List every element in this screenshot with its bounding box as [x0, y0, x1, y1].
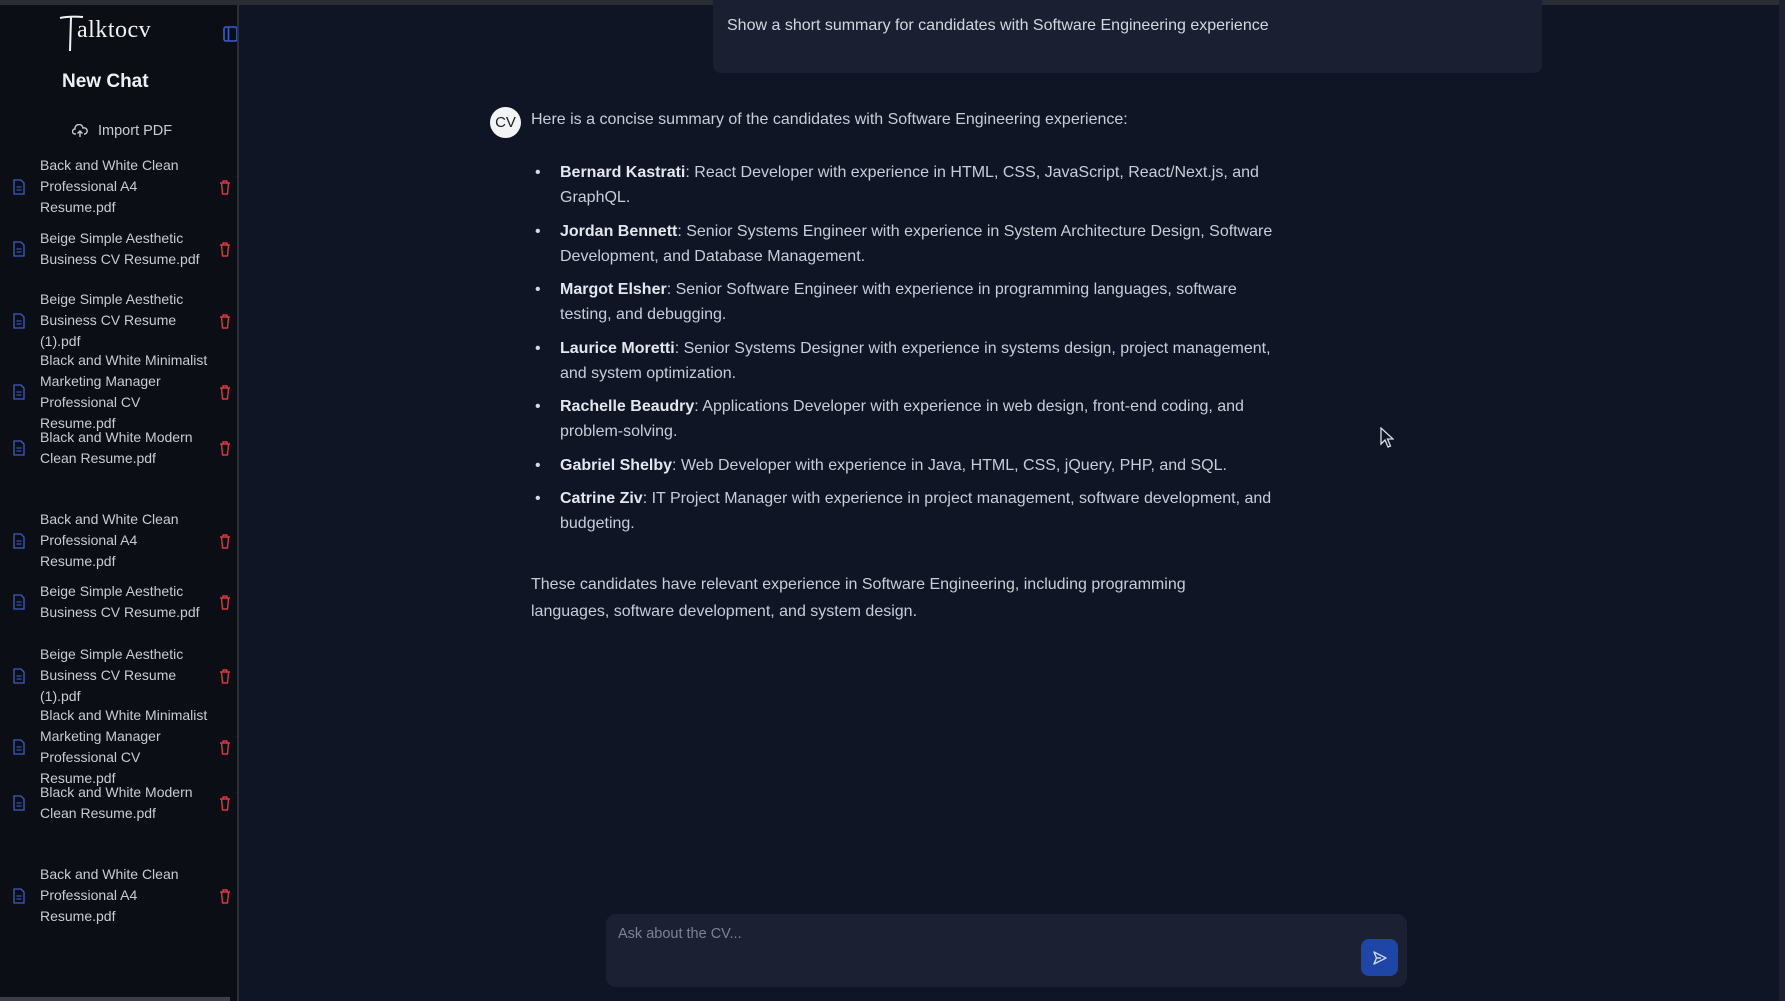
mouse-pointer-icon [1380, 427, 1394, 448]
candidate-name: Margot Elsher [560, 281, 667, 298]
trash-icon[interactable] [218, 384, 232, 400]
candidate-name: Bernard Kastrati [560, 164, 686, 181]
document-icon [13, 312, 25, 329]
trash-icon[interactable] [218, 440, 232, 456]
document-icon [13, 795, 25, 811]
candidate-list: Bernard Kastrati: React Developer with e… [531, 160, 1291, 536]
sidebar: alktocv New Chat Import PDF Back and Whi… [0, 5, 239, 1001]
import-pdf-label: Import PDF [98, 123, 173, 139]
candidate-item: Catrine Ziv: IT Project Manager with exp… [535, 486, 1291, 536]
user-message-text: Show a short summary for candidates with… [727, 17, 1269, 34]
file-name: Back and White Clean Professional A4 Res… [40, 157, 179, 215]
send-icon [1372, 950, 1387, 965]
document-icon [13, 739, 25, 755]
candidate-name: Catrine Ziv [560, 490, 643, 507]
file-item[interactable]: Beige Simple Aesthetic Business CV Resum… [0, 581, 236, 623]
file-item[interactable]: Black and White Minimalist Marketing Man… [0, 350, 236, 434]
candidate-name: Gabriel Shelby [560, 456, 673, 474]
file-name: Beige Simple Aesthetic Business CV Resum… [40, 230, 200, 267]
file-name: Black and White Modern Clean Resume.pdf [40, 429, 193, 466]
window-right-border [1779, 0, 1785, 1001]
file-name: Beige Simple Aesthetic Business CV Resum… [40, 646, 184, 704]
candidate-description: : IT Project Manager with experience in … [560, 490, 1272, 532]
assistant-outro: These candidates have relevant experienc… [531, 576, 1186, 620]
sidebar-scrollbar[interactable] [0, 997, 230, 1001]
document-icon [13, 887, 25, 904]
file-item[interactable]: Beige Simple Aesthetic Business CV Resum… [0, 644, 236, 707]
app-logo[interactable]: alktocv [59, 9, 179, 55]
trash-icon[interactable] [218, 533, 232, 549]
candidate-item: Margot Elsher: Senior Software Engineer … [535, 277, 1291, 327]
import-pdf-button[interactable]: Import PDF [72, 121, 172, 141]
sidebar-toggle-icon[interactable] [223, 26, 238, 42]
candidate-item: Gabriel Shelby: Web Developer with exper… [535, 453, 1291, 478]
file-name: Beige Simple Aesthetic Business CV Resum… [40, 291, 184, 349]
trash-icon[interactable] [218, 795, 232, 811]
trash-icon[interactable] [218, 739, 232, 755]
file-item[interactable]: Back and White Clean Professional A4 Res… [0, 155, 236, 218]
candidate-name: Laurice Moretti [560, 339, 675, 357]
candidate-name: Jordan Bennett [560, 222, 678, 240]
file-name: Back and White Clean Professional A4 Res… [40, 511, 179, 569]
trash-icon[interactable] [218, 594, 232, 610]
trash-icon[interactable] [218, 241, 232, 257]
file-name: Black and White Modern Clean Resume.pdf [40, 784, 193, 821]
document-icon [13, 532, 25, 549]
file-name: Back and White Clean Professional A4 Res… [40, 866, 179, 924]
send-button[interactable] [1361, 939, 1398, 976]
file-item[interactable]: Back and White Clean Professional A4 Res… [0, 864, 236, 927]
logo-text: alktocv [77, 17, 152, 43]
file-item[interactable]: Back and White Clean Professional A4 Res… [0, 509, 236, 572]
document-icon [13, 594, 25, 610]
file-item[interactable]: Black and White Minimalist Marketing Man… [0, 705, 236, 789]
file-item[interactable]: Black and White Modern Clean Resume.pdf [0, 782, 236, 824]
file-name: Black and White Minimalist Marketing Man… [40, 352, 208, 431]
file-name: Beige Simple Aesthetic Business CV Resum… [40, 583, 200, 620]
candidate-name: Rachelle Beaudry [560, 398, 695, 415]
chat-input[interactable] [616, 924, 1320, 968]
candidate-item: Jordan Bennett: Senior Systems Engineer … [535, 219, 1291, 269]
document-icon [13, 178, 25, 195]
trash-icon[interactable] [218, 179, 232, 195]
trash-icon[interactable] [218, 888, 232, 904]
candidate-description: : Web Developer with experience in Java,… [672, 456, 1227, 474]
assistant-avatar: CV [490, 107, 521, 138]
new-chat-button[interactable]: New Chat [62, 71, 149, 93]
document-icon [13, 667, 25, 684]
file-name: Black and White Minimalist Marketing Man… [40, 707, 208, 786]
trash-icon[interactable] [218, 313, 232, 329]
upload-icon [72, 124, 88, 137]
candidate-item: Laurice Moretti: Senior Systems Designer… [535, 336, 1291, 386]
assistant-message: Here is a concise summary of the candida… [531, 109, 1291, 625]
assistant-intro: Here is a concise summary of the candida… [531, 111, 1128, 128]
file-item[interactable]: Beige Simple Aesthetic Business CV Resum… [0, 289, 236, 352]
trash-icon[interactable] [218, 668, 232, 684]
user-message: Show a short summary for candidates with… [713, 0, 1542, 73]
candidate-item: Rachelle Beaudry: Applications Developer… [535, 394, 1291, 444]
document-icon [13, 384, 25, 400]
candidate-item: Bernard Kastrati: React Developer with e… [535, 160, 1291, 210]
file-item[interactable]: Beige Simple Aesthetic Business CV Resum… [0, 228, 236, 270]
document-icon [13, 440, 25, 456]
document-icon [13, 241, 25, 257]
file-item[interactable]: Black and White Modern Clean Resume.pdf [0, 427, 236, 469]
chat-input-box [606, 914, 1407, 987]
